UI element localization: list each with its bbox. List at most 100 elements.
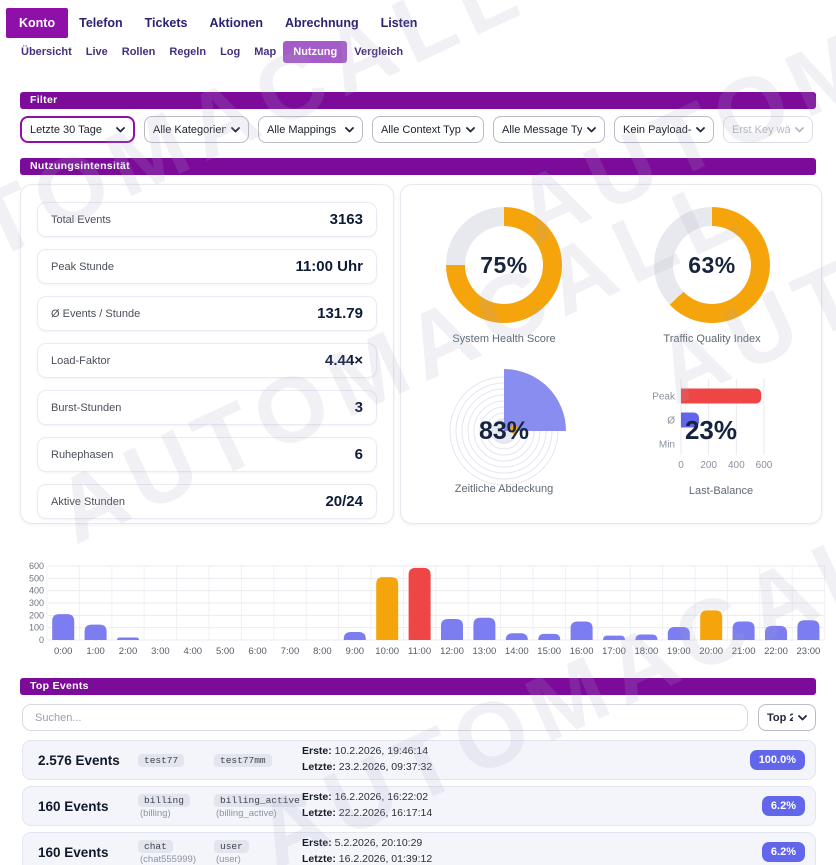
- svg-text:16:00: 16:00: [570, 646, 594, 657]
- nav-tab-listen[interactable]: Listen: [370, 9, 429, 37]
- filter-dropdown-3[interactable]: Alle Context Type: [372, 116, 484, 143]
- filter-dropdown-0[interactable]: Letzte 30 Tage: [20, 116, 135, 143]
- filter-dropdown-value: Erst Key wählen...: [732, 124, 790, 136]
- event-tag: user(user): [214, 840, 290, 865]
- event-count: 2.576 Events: [33, 753, 138, 768]
- chevron-down-icon: [466, 127, 475, 133]
- subnav-tab-vergleich[interactable]: Vergleich: [347, 41, 410, 63]
- filter-dropdown-6[interactable]: Erst Key wählen...: [723, 116, 813, 143]
- donut-label: System Health Score: [414, 333, 594, 345]
- stat-card: Burst-Stunden3: [37, 390, 377, 425]
- donut-percent: 63%: [654, 207, 770, 323]
- secondary-nav: ÜbersichtLiveRollenRegelnLogMapNutzungVe…: [14, 41, 410, 63]
- event-tag-sub: (user): [214, 854, 290, 865]
- event-tag-chip: billing: [138, 794, 190, 807]
- event-meta: Erste: 5.2.2026, 20:10:29Letzte: 16.2.20…: [302, 836, 432, 865]
- stat-card: Aktive Stunden20/24: [37, 484, 377, 519]
- event-count: 160 Events: [33, 845, 138, 860]
- subnav-tab-rollen[interactable]: Rollen: [115, 41, 163, 63]
- donut-gauge: 63%: [654, 207, 770, 323]
- stat-value: 6: [355, 446, 363, 463]
- svg-text:18:00: 18:00: [635, 646, 659, 657]
- svg-text:11:00: 11:00: [408, 646, 431, 657]
- event-row-list: 2.576 Eventstest77test77mmErste: 10.2.20…: [22, 740, 816, 865]
- event-tag: billing(billing): [138, 794, 214, 819]
- chevron-down-icon: [116, 127, 125, 133]
- hour-bar: [733, 622, 755, 641]
- event-tag: chat(chat555999): [138, 840, 214, 865]
- usage-section-header: Nutzungsintensität: [20, 158, 816, 175]
- svg-text:0: 0: [678, 460, 684, 471]
- svg-text:21:00: 21:00: [732, 646, 756, 657]
- filter-dropdown-1[interactable]: Alle Kategorien: [144, 116, 249, 143]
- chevron-down-icon: [587, 127, 596, 133]
- event-count: 160 Events: [33, 799, 138, 814]
- svg-text:7:00: 7:00: [281, 646, 300, 657]
- stat-label: Burst-Stunden: [51, 402, 121, 414]
- hour-bar: [52, 614, 74, 640]
- page: KontoTelefonTicketsAktionenAbrechnungLis…: [0, 0, 836, 865]
- svg-text:5:00: 5:00: [216, 646, 235, 657]
- subnav-tab-map[interactable]: Map: [247, 41, 283, 63]
- chevron-down-icon: [345, 127, 354, 133]
- balance-bar: [681, 389, 761, 404]
- event-meta: Erste: 16.2.2026, 16:22:02Letzte: 22.2.2…: [302, 790, 432, 822]
- nav-tab-abrechnung[interactable]: Abrechnung: [274, 9, 370, 37]
- nav-tab-tickets[interactable]: Tickets: [134, 9, 199, 37]
- filter-dropdown-4[interactable]: Alle Message Typ: [493, 116, 605, 143]
- svg-text:12:00: 12:00: [440, 646, 464, 657]
- event-tag-sub: (chat555999): [138, 854, 214, 865]
- subnav-tab-log[interactable]: Log: [213, 41, 247, 63]
- hour-bar: [473, 618, 495, 640]
- event-tag: billing_active(billing_active): [214, 794, 290, 819]
- stat-value: 11:00 Uhr: [295, 258, 363, 275]
- filter-dropdown-value: Alle Context Type: [381, 124, 461, 136]
- chevron-down-icon: [795, 127, 804, 133]
- stat-card: Ruhephasen6: [37, 437, 377, 472]
- svg-text:6:00: 6:00: [248, 646, 267, 657]
- svg-text:300: 300: [29, 598, 44, 608]
- event-tag-chip: user: [214, 840, 249, 853]
- stat-label: Total Events: [51, 214, 111, 226]
- svg-text:20:00: 20:00: [699, 646, 723, 657]
- subnav-tab-nutzung[interactable]: Nutzung: [283, 41, 347, 63]
- svg-text:17:00: 17:00: [602, 646, 626, 657]
- hour-bar: [506, 633, 528, 640]
- usage-gauges-panel: 75%System Health Score63%Traffic Quality…: [400, 184, 822, 524]
- event-tag-sub: (billing): [138, 808, 214, 819]
- nav-tab-telefon[interactable]: Telefon: [68, 9, 134, 37]
- subnav-tab-regeln[interactable]: Regeln: [162, 41, 213, 63]
- hour-bar: [441, 619, 463, 640]
- event-row: 160 Eventschat(chat555999)user(user) Erst…: [22, 832, 816, 865]
- event-meta: Erste: 10.2.2026, 19:46:14Letzte: 23.2.2…: [302, 744, 432, 776]
- svg-text:8:00: 8:00: [313, 646, 332, 657]
- stat-card: Peak Stunde 11:00 Uhr: [37, 249, 377, 284]
- hour-bar: [85, 625, 107, 640]
- event-row: 2.576 Eventstest77test77mmErste: 10.2.20…: [22, 740, 816, 780]
- svg-text:2:00: 2:00: [119, 646, 138, 657]
- chevron-down-icon: [231, 127, 240, 133]
- stat-label: Ø Events / Stunde: [51, 308, 140, 320]
- chevron-down-icon: [798, 715, 807, 721]
- event-tag-chip: test77mm: [214, 754, 272, 767]
- svg-text:15:00: 15:00: [537, 646, 561, 657]
- nav-tab-aktionen[interactable]: Aktionen: [199, 9, 274, 37]
- event-tag: test77mm: [214, 754, 290, 767]
- search-input[interactable]: [22, 704, 748, 731]
- stat-label: Peak Stunde: [51, 261, 114, 273]
- subnav-tab-übersicht[interactable]: Übersicht: [14, 41, 79, 63]
- limit-dropdown[interactable]: Top 20: [758, 704, 816, 731]
- svg-text:Peak: Peak: [652, 392, 676, 403]
- hour-bar: [635, 634, 657, 640]
- stat-list: Total Events3163Peak Stunde11:00 UhrØ Ev…: [21, 185, 393, 536]
- stat-label: Load-Faktor: [51, 355, 110, 367]
- svg-text:200: 200: [29, 610, 44, 620]
- coverage-label: Zeitliche Abdeckung: [414, 483, 594, 495]
- hour-bar: [700, 610, 722, 640]
- svg-text:400: 400: [29, 586, 44, 596]
- subnav-tab-live[interactable]: Live: [79, 41, 115, 63]
- svg-text:1:00: 1:00: [86, 646, 105, 657]
- filter-dropdown-2[interactable]: Alle Mappings: [258, 116, 363, 143]
- filter-dropdown-5[interactable]: Kein Payload-Filter: [614, 116, 714, 143]
- nav-tab-konto[interactable]: Konto: [6, 8, 68, 38]
